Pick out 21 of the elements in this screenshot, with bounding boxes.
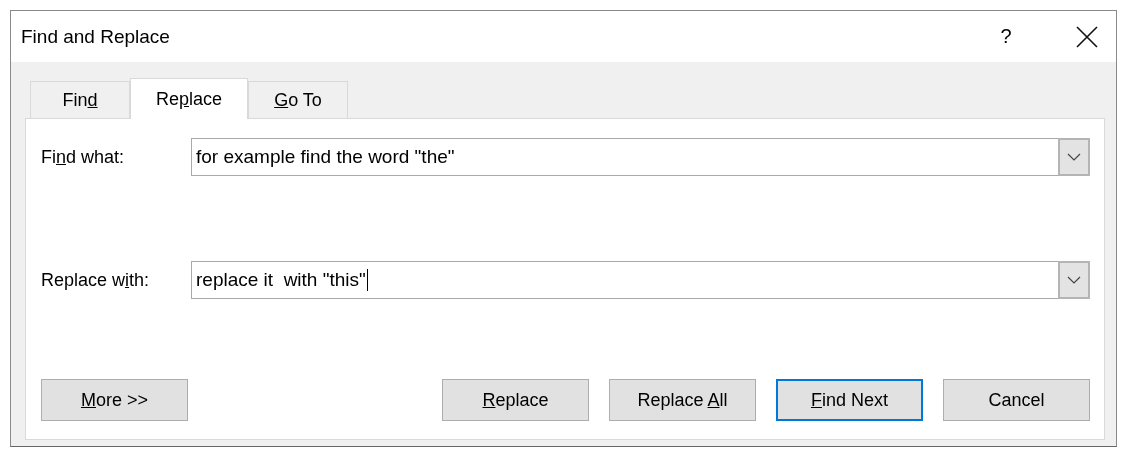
combo-box[interactable]: for example find the word "the": [191, 138, 1090, 176]
dropdown-button[interactable]: [1058, 138, 1090, 176]
dropdown-button[interactable]: [1058, 261, 1090, 299]
dialog-button[interactable]: More >>: [41, 379, 188, 421]
window-title: Find and Replace: [21, 25, 171, 48]
close-icon[interactable]: [1076, 25, 1098, 48]
dialog-button[interactable]: Replace: [442, 379, 589, 421]
chevron-down-icon: [1067, 153, 1081, 161]
tab[interactable]: Replace: [130, 78, 248, 119]
field-label: Find what:: [41, 146, 126, 168]
help-button[interactable]: ?: [996, 25, 1016, 48]
dialog-button[interactable]: Find Next: [776, 379, 923, 421]
combo-box[interactable]: replace it with "this": [191, 261, 1090, 299]
dialog-button[interactable]: Cancel: [943, 379, 1090, 421]
field-label: Replace with:: [41, 269, 151, 291]
tab[interactable]: Go To: [248, 81, 348, 118]
chevron-down-icon: [1067, 276, 1081, 284]
field-value: replace it with "this": [196, 269, 368, 291]
dialog-button[interactable]: Replace All: [609, 379, 756, 421]
field-value: for example find the word "the": [196, 146, 456, 168]
tab[interactable]: Find: [30, 81, 130, 118]
